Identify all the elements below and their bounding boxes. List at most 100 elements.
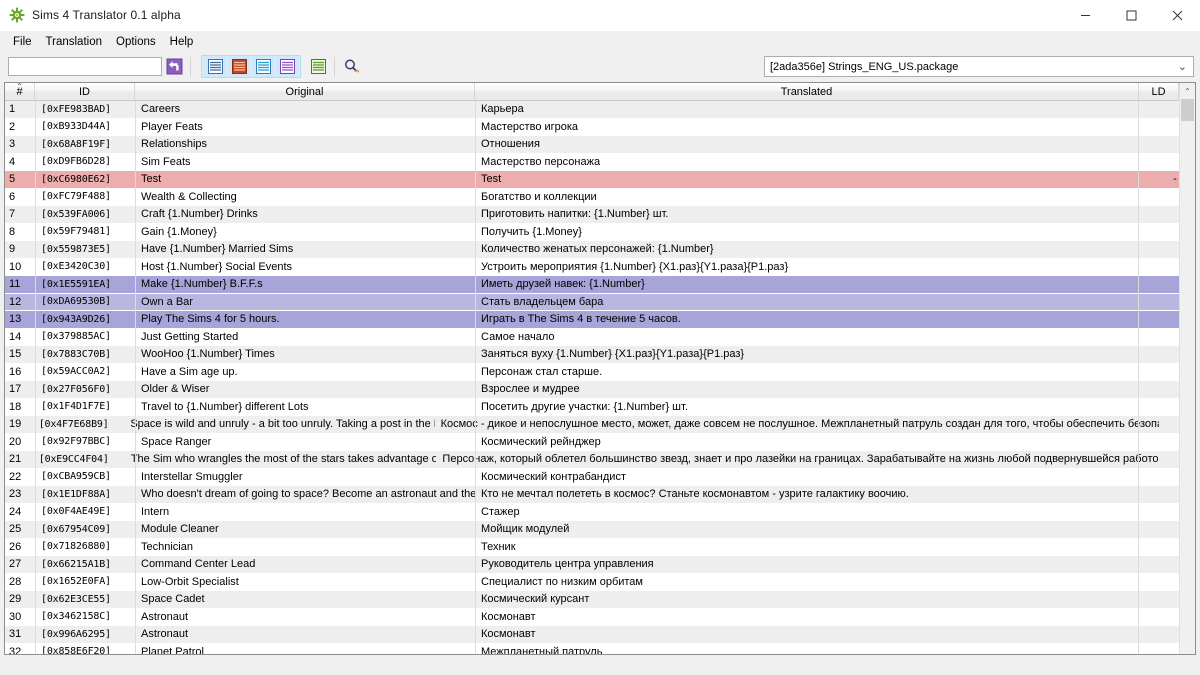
table-row[interactable]: 20[0x92F97BBC]Space RangerКосмический ре…: [5, 434, 1195, 452]
table-row[interactable]: 23[0x1E1DF88A]Who doesn't dream of going…: [5, 486, 1195, 504]
close-button[interactable]: [1154, 0, 1200, 31]
table-row[interactable]: 9[0x559873E5]Have {1.Number} Married Sim…: [5, 241, 1195, 259]
row-number: 10: [5, 261, 35, 273]
table-row[interactable]: 22[0xCBA959CB]Interstellar SmugglerКосми…: [5, 469, 1195, 487]
column-header-original[interactable]: Original: [135, 83, 475, 100]
view-validated-button[interactable]: [307, 56, 329, 77]
menu-item-translation[interactable]: Translation: [39, 32, 109, 52]
table-row[interactable]: 18[0x1F4D1F7E]Travel to {1.Number} diffe…: [5, 399, 1195, 417]
column-header-number[interactable]: ⌃ #: [5, 83, 35, 100]
row-original-text: Sim Feats: [135, 156, 475, 168]
row-string-id: [0x1652E0FA]: [35, 576, 135, 587]
row-number: 12: [5, 296, 35, 308]
package-file-select[interactable]: [2ada356e] Strings_ENG_US.package ⌄: [764, 56, 1194, 77]
scroll-up-arrow-icon[interactable]: ⌃: [1180, 83, 1195, 99]
row-string-id: [0x59ACC0A2]: [35, 366, 135, 377]
column-header-id[interactable]: ID: [35, 83, 135, 100]
table-row[interactable]: 7[0x539FA006]Craft {1.Number} DrinksПриг…: [5, 206, 1195, 224]
row-translated-text: Космический контрабандист: [475, 471, 1155, 483]
menu-item-options[interactable]: Options: [109, 32, 163, 52]
table-row[interactable]: 15[0x7883C70B]WooHoo {1.Number} TimesЗан…: [5, 346, 1195, 364]
table-row[interactable]: 25[0x67954C09]Module CleanerМойщик модул…: [5, 521, 1195, 539]
table-row[interactable]: 32[0x858E6F20]Planet PatrolМежпланетный …: [5, 644, 1195, 655]
row-string-id: [0xD9FB6D28]: [35, 156, 135, 167]
table-row[interactable]: 6[0xFC79F488]Wealth & CollectingБогатств…: [5, 189, 1195, 207]
row-translated-text: Получить {1.Money}: [475, 226, 1155, 238]
table-row[interactable]: 11[0x1E5591EA]Make {1.Number} B.F.F.sИме…: [5, 276, 1195, 294]
view-untranslated-button[interactable]: [228, 56, 250, 77]
table-row[interactable]: 5[0xC6980E62]TestTest-: [5, 171, 1195, 189]
row-original-text: Intern: [135, 506, 475, 518]
table-row[interactable]: 31[0x996A6295]AstronautКосмонавт: [5, 626, 1195, 644]
table-row[interactable]: 17[0x27F056F0]Older & WiserВзрослее и му…: [5, 381, 1195, 399]
search-input[interactable]: [8, 57, 162, 76]
row-original-text: Space Ranger: [135, 436, 475, 448]
table-row[interactable]: 29[0x62E3CE55]Space CadetКосмический кур…: [5, 591, 1195, 609]
menu-item-file[interactable]: File: [6, 32, 39, 52]
row-string-id: [0x92F97BBC]: [35, 436, 135, 447]
vertical-scrollbar[interactable]: ⌃: [1179, 83, 1195, 654]
table-row[interactable]: 19[0x4F7E68B9]Space is wild and unruly -…: [5, 416, 1195, 434]
view-partial-button[interactable]: [276, 56, 298, 77]
row-number: 11: [5, 278, 35, 290]
row-string-id: [0xC6980E62]: [35, 174, 135, 185]
table-row[interactable]: 10[0xE3420C30]Host {1.Number} Social Eve…: [5, 259, 1195, 277]
table-row[interactable]: 24[0x0F4AE49E]InternСтажер: [5, 504, 1195, 522]
table-row[interactable]: 16[0x59ACC0A2]Have a Sim age up.Персонаж…: [5, 364, 1195, 382]
row-number: 1: [5, 103, 35, 115]
row-original-text: Gain {1.Money}: [135, 226, 475, 238]
row-translated-text: Персонаж стал старше.: [475, 366, 1155, 378]
table-row[interactable]: 21[0xE9CC4F04]The Sim who wrangles the m…: [5, 451, 1195, 469]
row-translated-text: Мойщик модулей: [475, 523, 1155, 535]
row-translated-text: Стажер: [475, 506, 1155, 518]
search-advanced-magnifier-icon[interactable]: [340, 56, 362, 77]
scrollbar-track[interactable]: [1180, 99, 1195, 654]
table-row[interactable]: 3[0x68A8F19F]RelationshipsОтношения: [5, 136, 1195, 154]
row-original-text: Have {1.Number} Married Sims: [135, 243, 475, 255]
row-original-text: Space Cadet: [135, 593, 475, 605]
table-row[interactable]: 1[0xFE983BAD]CareersКарьера: [5, 101, 1195, 119]
row-string-id: [0x1F4D1F7E]: [35, 401, 135, 412]
table-row[interactable]: 12[0xDA69530B]Own a BarСтать владельцем …: [5, 294, 1195, 312]
maximize-button[interactable]: [1108, 0, 1154, 31]
sort-ascending-icon: ⌃: [16, 83, 23, 90]
toolbar: [2ada356e] Strings_ENG_US.package ⌄: [0, 53, 1200, 80]
view-translated-button[interactable]: [252, 56, 274, 77]
window-title: Sims 4 Translator 0.1 alpha: [32, 8, 181, 22]
table-row[interactable]: 14[0x379885AC]Just Getting StartedСамое …: [5, 329, 1195, 347]
minimize-button[interactable]: [1062, 0, 1108, 31]
row-number: 17: [5, 383, 35, 395]
view-all-strings-button[interactable]: [204, 56, 226, 77]
row-translated-text: Стать владельцем бара: [475, 296, 1155, 308]
row-string-id: [0x4F7E68B9]: [33, 419, 125, 430]
grid-body: 1[0xFE983BAD]CareersКарьера2[0xB933D44A]…: [5, 101, 1195, 654]
table-row[interactable]: 8[0x59F79481]Gain {1.Money}Получить {1.M…: [5, 224, 1195, 242]
row-number: 15: [5, 348, 35, 360]
table-row[interactable]: 28[0x1652E0FA]Low-Orbit SpecialistСпециа…: [5, 574, 1195, 592]
title-bar: Sims 4 Translator 0.1 alpha: [0, 0, 1200, 31]
row-number: 4: [5, 156, 35, 168]
menu-item-help[interactable]: Help: [163, 32, 201, 52]
row-string-id: [0x66215A1B]: [35, 559, 135, 570]
status-bar: [0, 659, 1200, 675]
table-row[interactable]: 30[0x3462158C]AstronautКосмонавт: [5, 609, 1195, 627]
undo-arrow-button[interactable]: [163, 56, 185, 77]
row-original-text: Planet Patrol: [135, 646, 475, 654]
row-string-id: [0x68A8F19F]: [35, 139, 135, 150]
row-number: 14: [5, 331, 35, 343]
scrollbar-thumb[interactable]: [1181, 99, 1194, 121]
row-translated-text: Заняться вуху {1.Number} {X1.раз}{Y1.раз…: [475, 348, 1155, 360]
row-string-id: [0x559873E5]: [35, 244, 135, 255]
row-number: 31: [5, 628, 35, 640]
table-row[interactable]: 2[0xB933D44A]Player FeatsМастерство игро…: [5, 119, 1195, 137]
column-header-ld[interactable]: LD: [1139, 83, 1179, 100]
row-number: 28: [5, 576, 35, 588]
column-header-translated-label: Translated: [781, 86, 833, 98]
table-row[interactable]: 4[0xD9FB6D28]Sim FeatsМастерство персона…: [5, 154, 1195, 172]
column-header-translated[interactable]: Translated: [475, 83, 1139, 100]
table-row[interactable]: 26[0x71826880]TechnicianТехник: [5, 539, 1195, 557]
row-number: 32: [5, 646, 35, 654]
table-row[interactable]: 13[0x943A9D26]Play The Sims 4 for 5 hour…: [5, 311, 1195, 329]
table-row[interactable]: 27[0x66215A1B]Command Center LeadРуковод…: [5, 556, 1195, 574]
row-original-text: Have a Sim age up.: [135, 366, 475, 378]
